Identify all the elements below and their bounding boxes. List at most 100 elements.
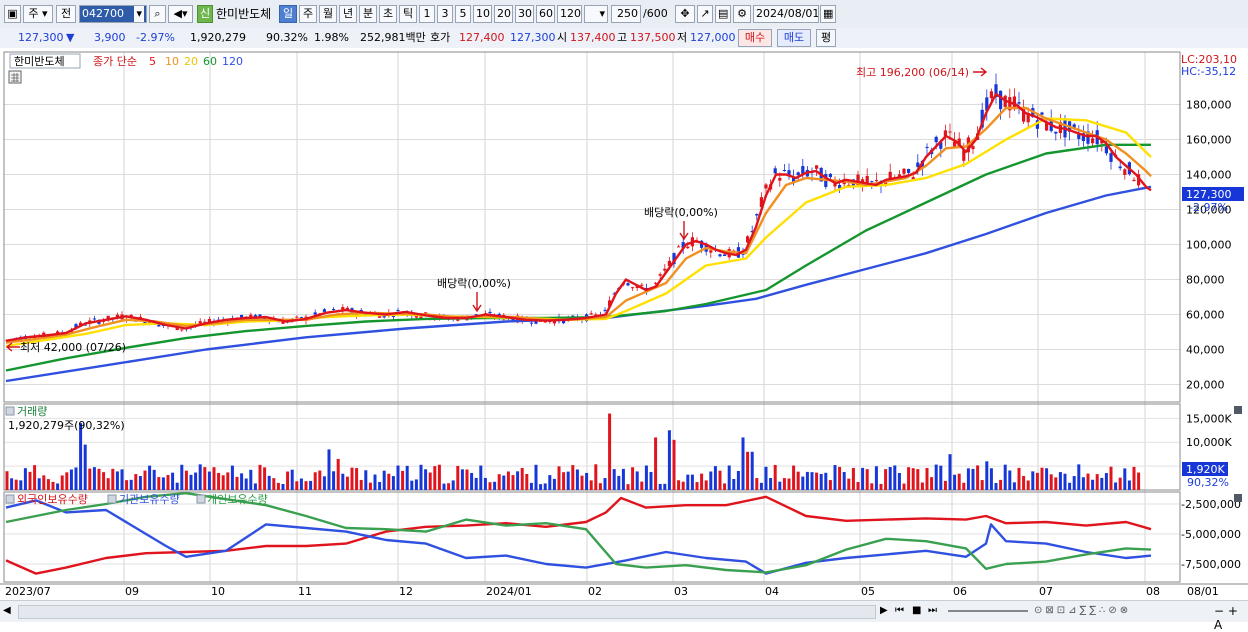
candle-body bbox=[631, 287, 635, 289]
volume-bar bbox=[364, 470, 368, 490]
interval-1[interactable]: 1 bbox=[419, 5, 435, 23]
x-tick-label: 04 bbox=[765, 585, 779, 598]
volume-bar bbox=[318, 470, 322, 490]
stock-chart[interactable]: 2023/07 09 10 11 12 2024/01 02 03 04 05 06 07 08 08/0… bbox=[0, 48, 1248, 621]
panel-toggle-icon[interactable] bbox=[107, 494, 117, 504]
trend-tool-icon[interactable]: ↗ bbox=[697, 5, 713, 23]
volume-bar bbox=[419, 464, 423, 490]
layout-icon[interactable]: ▣ bbox=[4, 5, 21, 23]
tab-second[interactable]: 초 bbox=[379, 5, 397, 23]
volume-bar bbox=[617, 475, 621, 490]
volume-bar bbox=[276, 482, 280, 490]
toolbar: ▣ 주 ▾ 전 042700 ▾ ⌕ ◀▾ 신 한미반도체 일 주 월 년 분 초… bbox=[0, 0, 1248, 29]
volume-bar bbox=[902, 483, 906, 490]
tab-day[interactable]: 일 bbox=[279, 5, 297, 23]
interval-5[interactable]: 5 bbox=[455, 5, 471, 23]
horizontal-scrollbar[interactable] bbox=[18, 605, 876, 619]
volume-bar bbox=[1086, 473, 1090, 490]
x-tick-label: 10 bbox=[211, 585, 225, 598]
volume-bar bbox=[566, 471, 570, 490]
crosshair-icon[interactable]: ✥ bbox=[675, 5, 695, 23]
scroll-right-icon[interactable]: ▶ bbox=[880, 604, 892, 618]
volume-bar bbox=[189, 474, 193, 490]
volume-bar bbox=[1026, 480, 1030, 490]
volume-bar bbox=[235, 476, 239, 490]
calendar-icon[interactable]: ▦ bbox=[820, 5, 836, 23]
panel-toggle-icon[interactable] bbox=[5, 406, 15, 416]
volume-bar bbox=[764, 466, 768, 490]
volume-bar bbox=[962, 482, 966, 490]
volume-bar bbox=[796, 471, 800, 490]
count-input[interactable]: 250 bbox=[611, 5, 641, 23]
volume-y-tick-label: 10,000K bbox=[1186, 436, 1232, 449]
volume-bar bbox=[479, 465, 483, 490]
volume-bar bbox=[598, 483, 602, 490]
rewind-icon[interactable]: ⏮ bbox=[895, 604, 908, 618]
volume-bar bbox=[240, 473, 244, 490]
prev-button[interactable]: 전 bbox=[56, 5, 76, 23]
volume-bar bbox=[520, 468, 524, 490]
volume-bar bbox=[69, 469, 73, 490]
volume-bar bbox=[525, 473, 529, 490]
sell-button[interactable]: 매도 bbox=[777, 29, 811, 47]
fast-forward-icon[interactable]: ⏭ bbox=[928, 604, 940, 618]
search-icon[interactable]: ⌕ bbox=[149, 5, 166, 23]
ask-price: 127,400 bbox=[459, 31, 505, 44]
drawing-tools-icons[interactable]: ⊙⊠⊡⊿∑∑∴⊘⊗ bbox=[1034, 604, 1214, 618]
volume-bar bbox=[359, 479, 363, 490]
panel-toggle-icon[interactable] bbox=[196, 494, 206, 504]
zoom-slider-track[interactable] bbox=[948, 610, 1028, 612]
volume-bar bbox=[658, 483, 662, 490]
interval-30[interactable]: 30 bbox=[515, 5, 534, 23]
interval-20[interactable]: 20 bbox=[494, 5, 513, 23]
candle-body bbox=[815, 165, 819, 169]
low-annotation: 최저 42,000 (07/26) bbox=[20, 341, 126, 354]
volume-bar bbox=[10, 478, 14, 490]
volume-bar bbox=[916, 469, 920, 490]
close-icon[interactable] bbox=[1234, 494, 1242, 502]
zoom-controls-icon[interactable]: − + A bbox=[1214, 604, 1248, 632]
gear-icon[interactable]: ⚙ bbox=[733, 5, 751, 23]
volume-bar bbox=[874, 466, 878, 490]
speaker-icon[interactable]: ◀▾ bbox=[168, 5, 193, 23]
volume-bar bbox=[911, 468, 915, 490]
stop-icon[interactable]: ■ bbox=[912, 604, 924, 618]
candle-body bbox=[870, 181, 874, 183]
interval-dropdown[interactable]: ▾ bbox=[584, 5, 608, 23]
tab-minute[interactable]: 분 bbox=[359, 5, 377, 23]
tab-month[interactable]: 월 bbox=[319, 5, 337, 23]
volume-bar bbox=[1012, 482, 1016, 490]
chevron-down-icon[interactable]: ▾ bbox=[134, 6, 144, 22]
close-icon[interactable] bbox=[1234, 406, 1242, 414]
buy-button[interactable]: 매수 bbox=[738, 29, 772, 47]
volume-bar bbox=[157, 477, 161, 490]
interval-120[interactable]: 120 bbox=[557, 5, 582, 23]
candle-body bbox=[778, 177, 782, 181]
volume-bar bbox=[65, 472, 69, 490]
tab-tick[interactable]: 틱 bbox=[399, 5, 417, 23]
interval-3[interactable]: 3 bbox=[437, 5, 453, 23]
interval-10[interactable]: 10 bbox=[473, 5, 492, 23]
tab-week[interactable]: 주 bbox=[299, 5, 317, 23]
market-type-select[interactable]: 주 ▾ bbox=[23, 5, 53, 23]
volume-bar bbox=[792, 465, 796, 490]
volume-bar bbox=[180, 464, 184, 490]
y-tick-label: 140,000 bbox=[1186, 169, 1232, 182]
panel-toggle-icon[interactable] bbox=[5, 494, 15, 504]
date-input[interactable]: 2024/08/01 bbox=[753, 5, 819, 23]
eval-button[interactable]: 평 bbox=[816, 29, 836, 47]
interval-60[interactable]: 60 bbox=[536, 5, 555, 23]
volume-bar bbox=[750, 451, 754, 490]
tab-year[interactable]: 년 bbox=[339, 5, 357, 23]
stock-code-input[interactable]: 042700 ▾ bbox=[79, 5, 147, 23]
volume-bar bbox=[884, 469, 888, 490]
volume-bar bbox=[994, 482, 998, 490]
volume-bar bbox=[60, 475, 64, 490]
volume-bar bbox=[115, 471, 119, 490]
scroll-left-icon[interactable]: ◀ bbox=[3, 604, 15, 618]
volume-bar bbox=[957, 473, 961, 490]
ma-legend-10: 10 bbox=[165, 55, 179, 68]
volume-bar bbox=[709, 471, 713, 490]
volume-bar bbox=[1003, 464, 1007, 490]
save-icon[interactable]: ▤ bbox=[715, 5, 731, 23]
